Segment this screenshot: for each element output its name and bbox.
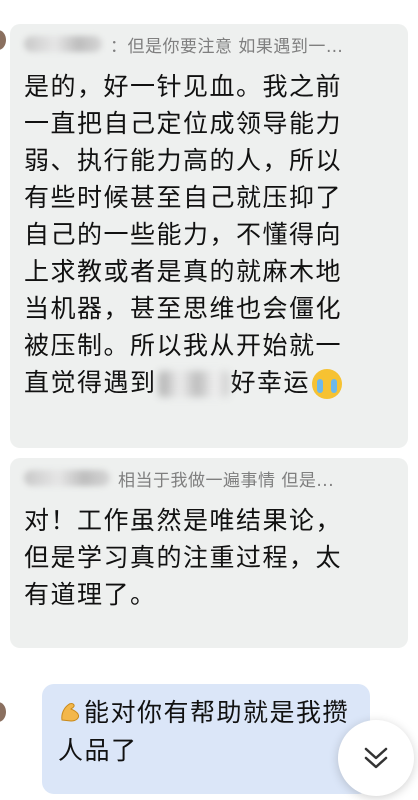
message-card[interactable]: ：但是你要注意 如果遇到一… 是的，好一针见血。我之前 一直把自己定位成领导能力… xyxy=(10,24,408,448)
flexed-biceps-icon xyxy=(61,703,79,722)
message-line: 能对你有帮助就是我攒 xyxy=(58,694,356,732)
scroll-to-bottom-button[interactable] xyxy=(338,720,414,796)
message-line: 一直把自己定位成领导能力 xyxy=(24,109,343,138)
message-text: 能对你有帮助就是我攒 xyxy=(84,698,350,727)
blurred-username xyxy=(24,470,110,486)
message-line: 有些时候甚至自己就压抑了 xyxy=(24,183,343,212)
message-line: 被压制。所以我从开始就一 xyxy=(24,331,343,360)
message-line: 自己的一些能力，不懂得向 xyxy=(24,220,343,249)
quote-text: 相当于我做一遍事情 但是... xyxy=(118,470,335,491)
message-line: 是的，好一针见血。我之前 xyxy=(24,72,343,101)
double-chevron-down-icon xyxy=(364,747,388,769)
my-message-bubble[interactable]: 能对你有帮助就是我攒 人品了 xyxy=(42,684,370,794)
message-line: 上求教或者是真的就麻木地 xyxy=(24,257,343,286)
quoted-reply[interactable]: ：但是你要注意 如果遇到一… xyxy=(10,24,408,64)
avatar[interactable] xyxy=(0,702,6,722)
quoted-reply[interactable]: 相当于我做一遍事情 但是... xyxy=(10,458,408,498)
chat-screen: ：但是你要注意 如果遇到一… 是的，好一针见血。我之前 一直把自己定位成领导能力… xyxy=(0,0,418,800)
message-line: 但是学习真的注重过程，太 xyxy=(24,543,343,572)
message-line: 对！工作虽然是唯结果论， xyxy=(24,506,343,535)
message-body: 能对你有帮助就是我攒 人品了 xyxy=(58,694,356,770)
message-card[interactable]: 相当于我做一遍事情 但是... 对！工作虽然是唯结果论， 但是学习真的注重过程，… xyxy=(10,458,408,648)
blurred-name xyxy=(158,371,229,397)
message-body: 对！工作虽然是唯结果论， 但是学习真的注重过程，太 有道理了。 xyxy=(10,498,408,613)
message-line-last: 直觉得遇到 好幸运 xyxy=(24,364,398,401)
message-line: 人品了 xyxy=(58,736,138,765)
avatar[interactable] xyxy=(0,30,6,50)
loudly-crying-face-icon xyxy=(312,369,343,399)
message-text: 好幸运 xyxy=(230,368,311,397)
message-line: 当机器，甚至思维也会僵化 xyxy=(24,294,343,323)
message-body: 是的，好一针见血。我之前 一直把自己定位成领导能力 弱、执行能力高的人，所以 有… xyxy=(10,64,408,401)
quote-text: ：但是你要注意 如果遇到一… xyxy=(110,36,344,57)
message-text: 直觉得遇到 xyxy=(24,368,157,397)
blurred-username xyxy=(24,36,102,52)
message-line: 弱、执行能力高的人，所以 xyxy=(24,146,343,175)
message-line: 有道理了。 xyxy=(24,580,157,609)
